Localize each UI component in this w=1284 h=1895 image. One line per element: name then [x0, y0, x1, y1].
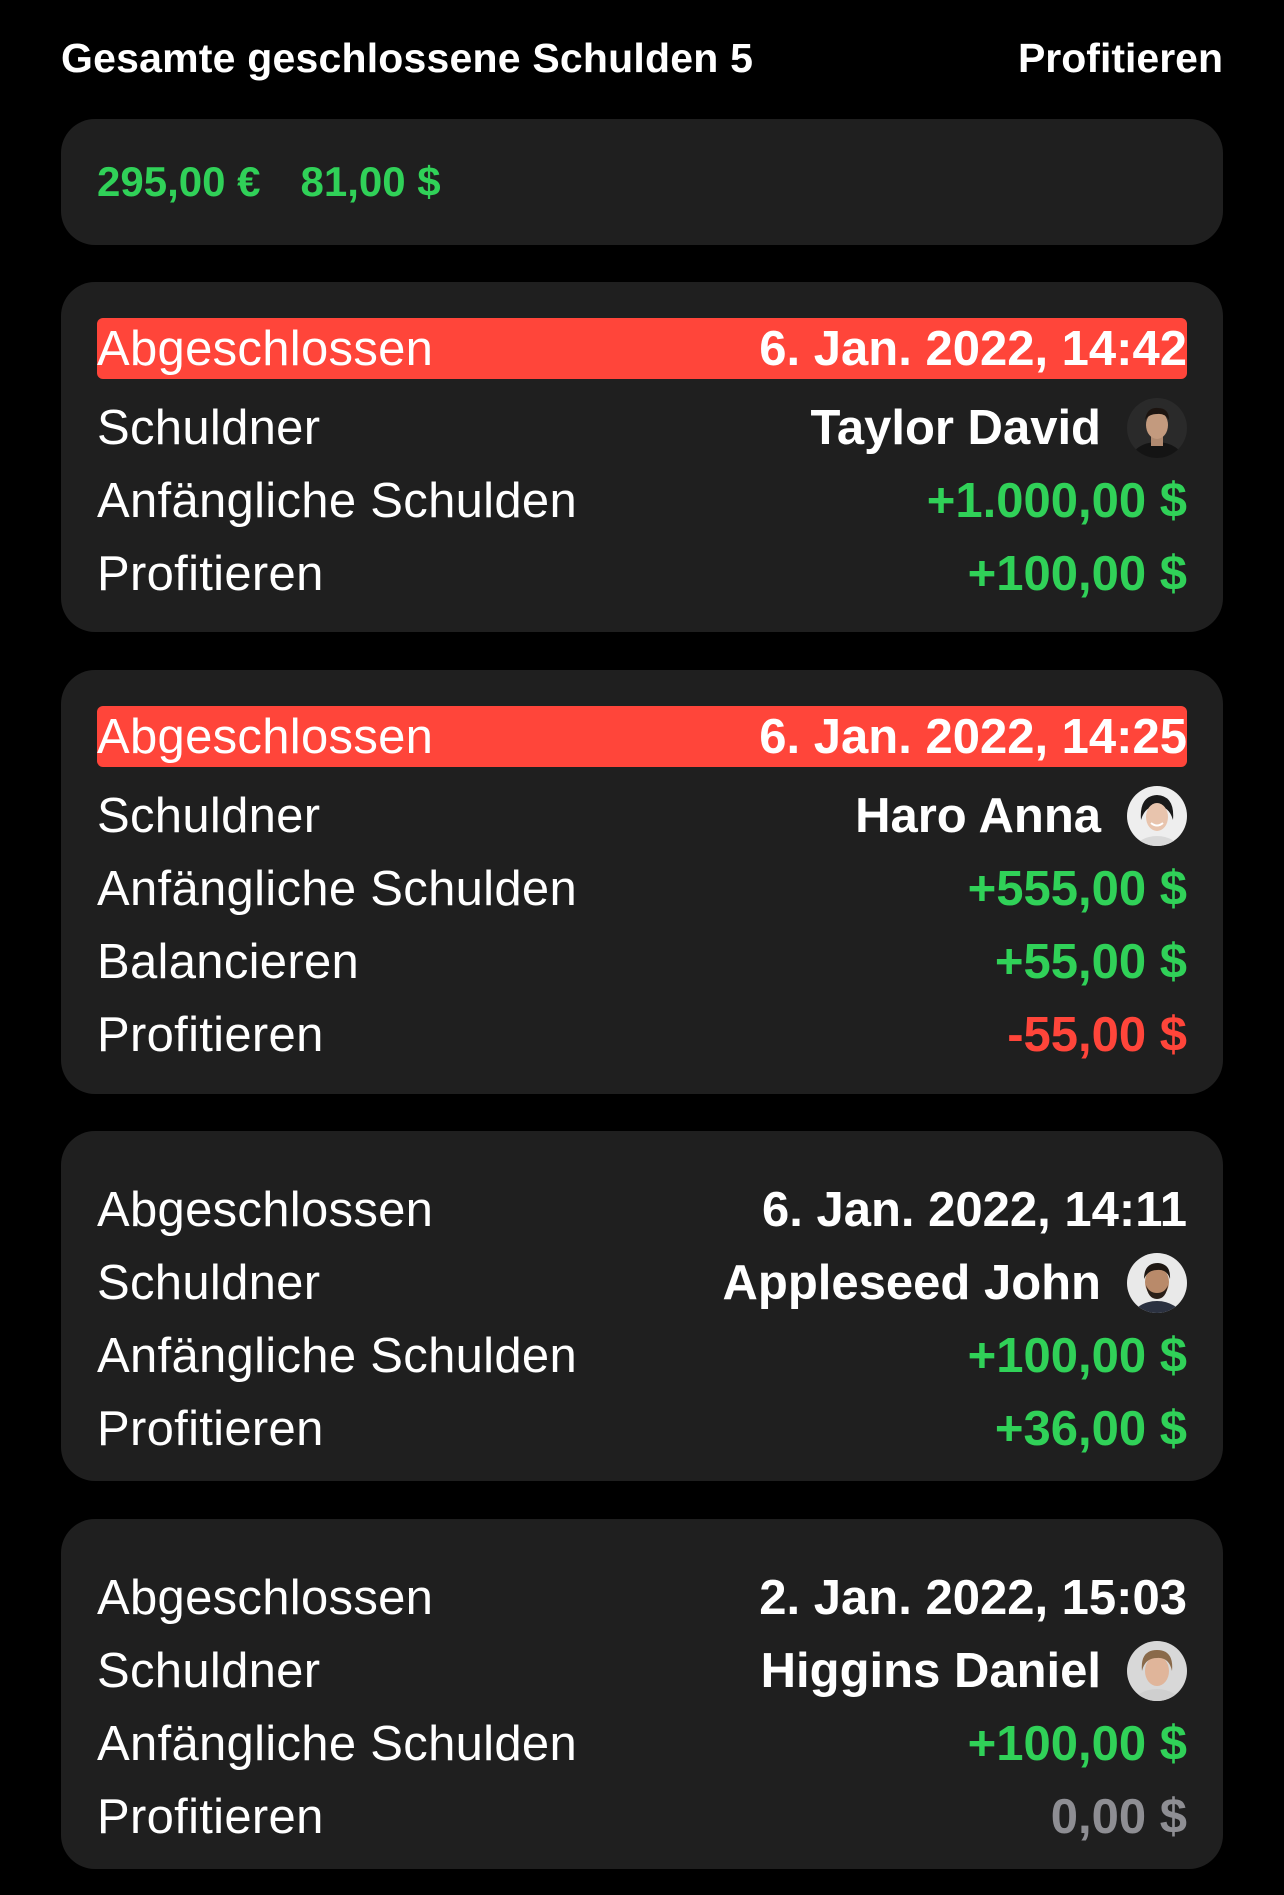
debtor-label: Schuldner — [97, 1255, 321, 1310]
profit-value: 0,00 $ — [1050, 1789, 1187, 1844]
profit-label: Profitieren — [97, 1789, 324, 1844]
profit-label: Profitieren — [97, 546, 324, 601]
debtor-value: Taylor David — [810, 397, 1187, 458]
page-title: Gesamte geschlossene Schulden 5 — [61, 34, 754, 81]
profit-value: +36,00 $ — [994, 1401, 1187, 1456]
initial-debt-label: Anfängliche Schulden — [97, 861, 578, 916]
balance-row: Balancieren +55,00 $ — [97, 925, 1187, 998]
profit-button[interactable]: Profitieren — [1018, 35, 1223, 82]
profit-label: Profitieren — [97, 1401, 324, 1456]
profit-value: +100,00 $ — [967, 546, 1187, 601]
debtor-label: Schuldner — [97, 1643, 321, 1698]
closed-date: 6. Jan. 2022, 14:25 — [759, 709, 1187, 764]
closed-date: 2. Jan. 2022, 15:03 — [759, 1570, 1187, 1625]
debtor-value: Haro Anna — [855, 785, 1187, 846]
profit-row: Profitieren -55,00 $ — [97, 998, 1187, 1071]
debtor-label: Schuldner — [97, 400, 321, 455]
closed-row: Abgeschlossen 6. Jan. 2022, 14:25 — [97, 706, 1187, 767]
avatar — [1127, 397, 1187, 458]
initial-debt-label: Anfängliche Schulden — [97, 1328, 578, 1383]
debtor-name: Taylor David — [810, 400, 1101, 455]
debt-card[interactable]: Abgeschlossen 6. Jan. 2022, 14:11 Schuld… — [61, 1131, 1223, 1481]
initial-debt-label: Anfängliche Schulden — [97, 1716, 578, 1771]
summary-usd-total: 81,00 $ — [300, 158, 441, 205]
debt-card[interactable]: Abgeschlossen 6. Jan. 2022, 14:42 Schuld… — [61, 282, 1223, 632]
closed-row: Abgeschlossen 6. Jan. 2022, 14:42 — [97, 318, 1187, 379]
debtor-name: Appleseed John — [722, 1255, 1101, 1310]
initial-debt-value: +100,00 $ — [967, 1716, 1187, 1771]
header: Gesamte geschlossene Schulden 5 Profitie… — [61, 26, 1223, 90]
debt-card[interactable]: Abgeschlossen 6. Jan. 2022, 14:25 Schuld… — [61, 670, 1223, 1094]
avatar — [1127, 1252, 1187, 1313]
closed-date: 6. Jan. 2022, 14:42 — [759, 321, 1187, 376]
debtor-label: Schuldner — [97, 788, 321, 843]
closed-row: Abgeschlossen 6. Jan. 2022, 14:11 — [97, 1173, 1187, 1246]
closed-label: Abgeschlossen — [97, 709, 434, 764]
closed-label: Abgeschlossen — [97, 321, 434, 376]
closed-label: Abgeschlossen — [97, 1570, 434, 1625]
initial-debt-label: Anfängliche Schulden — [97, 473, 578, 528]
profit-row: Profitieren +36,00 $ — [97, 1392, 1187, 1465]
initial-debt-row: Anfängliche Schulden +100,00 $ — [97, 1319, 1187, 1392]
closed-date: 6. Jan. 2022, 14:11 — [762, 1182, 1187, 1237]
closed-label: Abgeschlossen — [97, 1182, 434, 1237]
balance-value: +55,00 $ — [994, 934, 1187, 989]
profit-row: Profitieren 0,00 $ — [97, 1780, 1187, 1853]
debtor-row: Schuldner Haro Anna — [97, 779, 1187, 852]
summary-card: 295,00 € 81,00 $ — [61, 119, 1223, 245]
initial-debt-row: Anfängliche Schulden +555,00 $ — [97, 852, 1187, 925]
initial-debt-value: +555,00 $ — [967, 861, 1187, 916]
debtor-name: Higgins Daniel — [760, 1643, 1101, 1698]
avatar — [1127, 1640, 1187, 1701]
profit-value: -55,00 $ — [1007, 1007, 1187, 1062]
profit-label: Profitieren — [97, 1007, 324, 1062]
debtor-value: Higgins Daniel — [760, 1640, 1187, 1701]
avatar — [1127, 785, 1187, 846]
initial-debt-row: Anfängliche Schulden +100,00 $ — [97, 1707, 1187, 1780]
profit-row: Profitieren +100,00 $ — [97, 537, 1187, 610]
debtor-row: Schuldner Taylor David — [97, 391, 1187, 464]
initial-debt-value: +100,00 $ — [967, 1328, 1187, 1383]
closed-row: Abgeschlossen 2. Jan. 2022, 15:03 — [97, 1561, 1187, 1634]
debtor-name: Haro Anna — [855, 788, 1101, 843]
debt-card[interactable]: Abgeschlossen 2. Jan. 2022, 15:03 Schuld… — [61, 1519, 1223, 1869]
summary-eur-total: 295,00 € — [97, 158, 261, 205]
initial-debt-value: +1.000,00 $ — [926, 473, 1187, 528]
debtor-row: Schuldner Appleseed John — [97, 1246, 1187, 1319]
debtor-row: Schuldner Higgins Daniel — [97, 1634, 1187, 1707]
debtor-value: Appleseed John — [722, 1252, 1187, 1313]
initial-debt-row: Anfängliche Schulden +1.000,00 $ — [97, 464, 1187, 537]
balance-label: Balancieren — [97, 934, 360, 989]
